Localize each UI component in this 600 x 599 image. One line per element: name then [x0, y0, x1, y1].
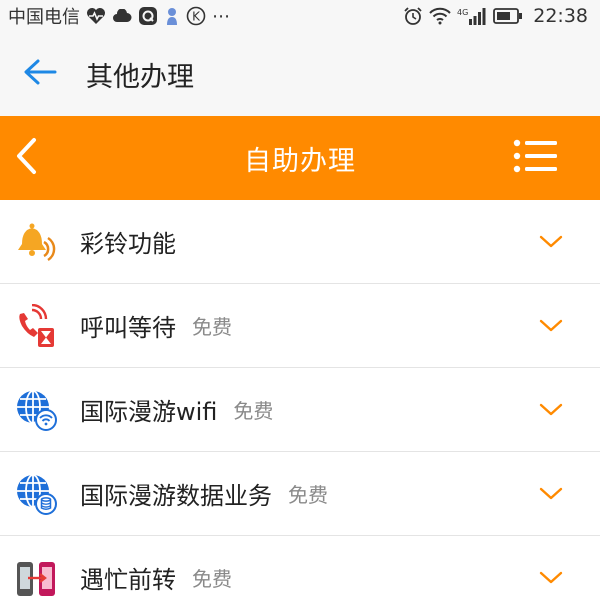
list-menu-icon: [513, 139, 559, 177]
self-service-toolbar: 自助办理: [0, 116, 600, 200]
baby-icon: [164, 6, 180, 26]
back-button[interactable]: [0, 32, 80, 116]
globe-data-icon: [14, 472, 58, 516]
arrow-left-icon: [23, 58, 57, 90]
list-item-label: 呼叫等待: [80, 314, 176, 342]
alarm-icon: [403, 6, 423, 26]
ringtone-bell-icon: [14, 220, 58, 264]
globe-wifi-icon: [14, 388, 58, 432]
carrier-label: 中国电信: [8, 7, 80, 28]
signal-icon: 4G: [457, 6, 487, 26]
cloud-icon: [112, 9, 132, 23]
svg-text:4G: 4G: [457, 8, 468, 17]
list-item-ringtone[interactable]: 彩铃功能: [0, 200, 600, 284]
k-circle-icon: K: [186, 6, 206, 26]
list-item-roaming-wifi[interactable]: 国际漫游wifi 免费: [0, 368, 600, 452]
more-notifications: ⋯: [212, 5, 230, 27]
service-list: 彩铃功能 呼叫等待 免费 国际漫游wifi 免费 国际漫游数据业务 免费 遇忙前…: [0, 200, 600, 599]
list-item-label: 国际漫游wifi: [80, 398, 218, 426]
svg-text:K: K: [192, 10, 201, 24]
chevron-left-icon: [14, 137, 38, 179]
wifi-icon: [429, 7, 451, 25]
call-forward-icon: [14, 556, 58, 599]
list-item-tag: 免费: [288, 483, 328, 507]
list-item-label: 国际漫游数据业务: [80, 482, 272, 510]
list-item-label: 遇忙前转: [80, 566, 176, 594]
chevron-down-icon[interactable]: [536, 536, 566, 599]
toolbar-back-button[interactable]: [6, 116, 46, 200]
list-item-tag: 免费: [192, 567, 232, 591]
menu-button[interactable]: [510, 116, 562, 200]
status-bar: 中国电信 K ⋯ 4G 22:38: [0, 0, 600, 32]
q-app-icon: [138, 6, 158, 26]
chevron-down-icon[interactable]: [536, 284, 566, 368]
list-item-call-forward-busy[interactable]: 遇忙前转 免费: [0, 536, 600, 599]
list-item-call-waiting[interactable]: 呼叫等待 免费: [0, 284, 600, 368]
chevron-down-icon[interactable]: [536, 452, 566, 536]
app-header: 其他办理: [0, 32, 600, 116]
page-title: 其他办理: [86, 61, 194, 93]
list-item-tag: 免费: [233, 399, 274, 423]
list-item-label: 彩铃功能: [80, 230, 176, 258]
chevron-down-icon[interactable]: [536, 368, 566, 452]
heart-pulse-icon: [86, 7, 106, 25]
chevron-down-icon[interactable]: [536, 200, 566, 284]
list-item-tag: 免费: [192, 315, 232, 339]
clock: 22:38: [533, 5, 588, 27]
battery-icon: [493, 8, 523, 24]
call-waiting-icon: [14, 303, 58, 348]
toolbar-title: 自助办理: [244, 145, 356, 177]
list-item-roaming-data[interactable]: 国际漫游数据业务 免费: [0, 452, 600, 536]
